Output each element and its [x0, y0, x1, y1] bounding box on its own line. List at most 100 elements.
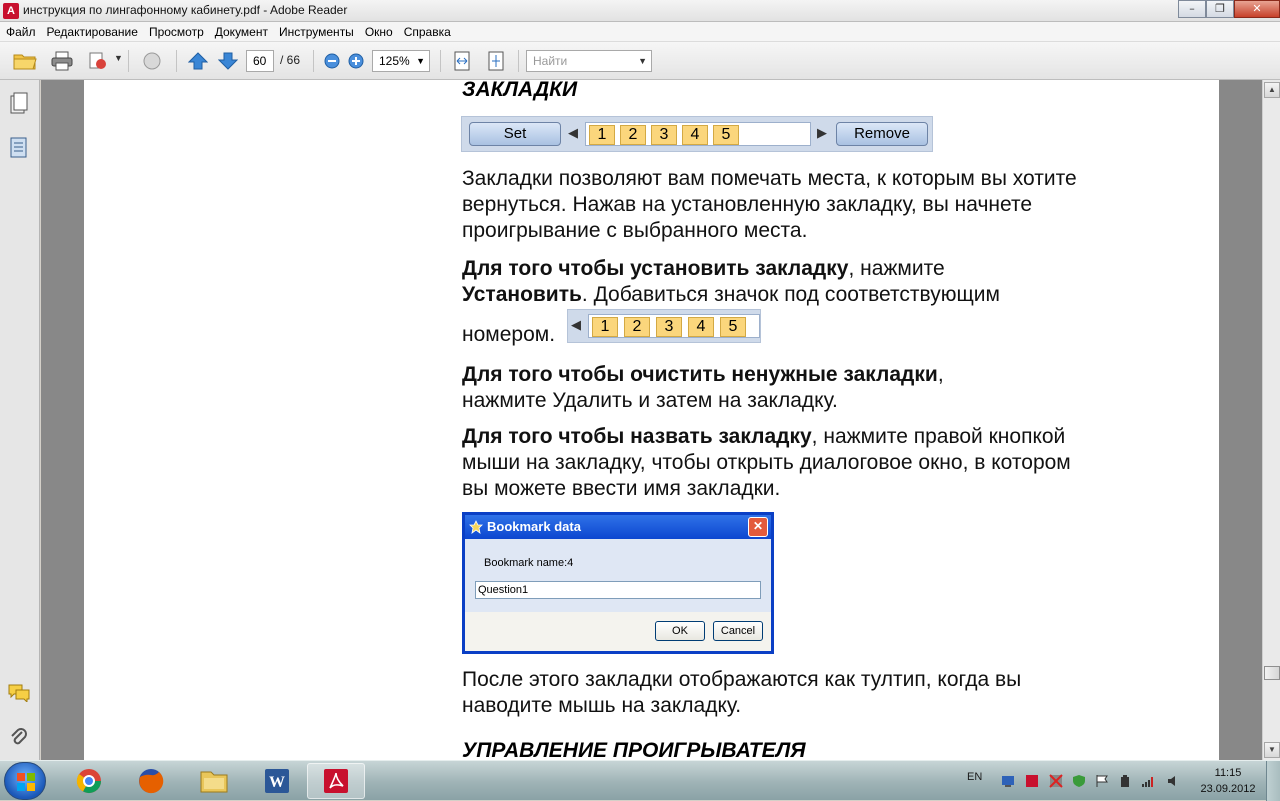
close-button[interactable]: ✕ — [1234, 0, 1280, 18]
page-total: / 66 — [280, 53, 301, 67]
paragraph-clear-bold: Для того чтобы очистить ненужные закладк… — [462, 363, 938, 386]
menu-file[interactable]: Файл — [6, 25, 36, 39]
triangle-right-icon: ▶ — [817, 125, 827, 140]
print-icon[interactable] — [50, 50, 74, 72]
window-controls: – ❐ ✕ — [1178, 0, 1280, 18]
chevron-down-icon: ▼ — [416, 56, 425, 66]
volume-tray-icon[interactable] — [1166, 774, 1180, 788]
scroll-up-button[interactable]: ▲ — [1264, 82, 1280, 98]
network-tray-icon[interactable] — [1001, 774, 1015, 788]
toolbar-separator — [440, 50, 441, 72]
set-button: Set — [469, 122, 561, 146]
window-title: инструкция по лингафонному кабинету.pdf … — [23, 3, 348, 17]
collaborate-icon[interactable] — [140, 50, 164, 72]
menu-help[interactable]: Справка — [404, 25, 451, 39]
menu-window[interactable]: Окно — [365, 25, 393, 39]
share-icon[interactable] — [86, 50, 110, 72]
svg-text:W: W — [269, 774, 285, 791]
zoom-out-icon[interactable] — [320, 50, 344, 72]
menu-document[interactable]: Документ — [215, 25, 268, 39]
taskbar-explorer[interactable] — [185, 763, 243, 799]
vertical-scrollbar[interactable]: ▲ ▼ — [1262, 80, 1280, 760]
menu-edit[interactable]: Редактирование — [47, 25, 138, 39]
menu-bar: Файл Редактирование Просмотр Документ Ин… — [0, 22, 1280, 42]
dialog-label: Bookmark name:4 — [484, 557, 574, 569]
next-page-icon[interactable] — [216, 50, 240, 72]
remove-button: Remove — [836, 122, 928, 146]
language-indicator[interactable]: EN — [967, 771, 982, 783]
chevron-down-icon[interactable]: ▼ — [638, 51, 647, 71]
previous-page-icon[interactable] — [186, 50, 210, 72]
taskbar-adobe-reader[interactable] — [307, 763, 365, 799]
search-placeholder: Найти — [533, 54, 568, 68]
pdf-page: ЗАКЛАДКИ Set ◀ 1 2 3 4 5 ▶ Remove Заклад… — [84, 80, 1219, 760]
search-input[interactable]: Найти ▼ — [526, 50, 652, 72]
open-folder-icon[interactable] — [13, 50, 37, 72]
document-view[interactable]: ЗАКЛАДКИ Set ◀ 1 2 3 4 5 ▶ Remove Заклад… — [41, 80, 1262, 760]
share-dropdown-icon[interactable]: ▼ — [114, 53, 123, 63]
heading-player-control: УПРАВЛЕНИЕ ПРОИГРЫВАТЕЛЯ — [462, 739, 806, 760]
menu-view[interactable]: Просмотр — [149, 25, 204, 39]
show-desktop-button[interactable] — [1266, 761, 1280, 801]
fit-width-icon[interactable] — [450, 50, 474, 72]
zoom-select[interactable]: 125% ▼ — [372, 50, 430, 72]
bookmark-slot: 1 — [592, 317, 618, 337]
paperclip-icon[interactable] — [8, 726, 30, 748]
restore-button[interactable]: ❐ — [1206, 0, 1234, 18]
dialog-body: Bookmark name:4 Question1 — [465, 539, 771, 612]
toolbar-separator — [128, 50, 129, 72]
toolbar-separator — [518, 50, 519, 72]
bookmark-slots: 1 2 3 4 5 — [585, 122, 811, 146]
bookmark-slot: 5 — [713, 125, 739, 145]
paragraph-name: Для того чтобы назвать закладку, нажмите… — [462, 424, 1102, 502]
scroll-thumb[interactable] — [1264, 666, 1280, 680]
pages-panel-icon[interactable] — [8, 92, 30, 114]
signal-tray-icon[interactable] — [1141, 774, 1155, 788]
dialog-close-icon: ✕ — [748, 517, 768, 537]
adobe-reader-icon: A — [3, 3, 19, 19]
dialog-title: Bookmark data — [487, 519, 581, 534]
attachments-panel-icon[interactable] — [8, 136, 30, 158]
bookmark-strip-image: Set ◀ 1 2 3 4 5 ▶ Remove — [461, 116, 933, 152]
bookmark-slots: 1 2 3 4 5 — [588, 314, 760, 338]
paragraph-intro: Закладки позволяют вам помечать места, к… — [462, 167, 1077, 242]
taskbar-chrome[interactable] — [60, 763, 118, 799]
bookmark-dialog-image: Bookmark data ✕ Bookmark name:4 Question… — [462, 512, 774, 654]
minimize-button[interactable]: – — [1178, 0, 1206, 18]
clock-date[interactable]: 23.09.2012 — [1198, 783, 1258, 795]
dialog-name-field: Question1 — [475, 581, 761, 599]
dialog-footer: OK Cancel — [465, 612, 771, 651]
zoom-in-icon[interactable] — [344, 50, 368, 72]
bookmark-slot: 1 — [589, 125, 615, 145]
shield-tray-icon[interactable] — [1072, 774, 1086, 788]
taskbar-word[interactable]: W — [248, 763, 306, 799]
paragraph-clear: Для того чтобы очистить ненужные закладк… — [462, 362, 1102, 414]
paragraph-set-mid: , нажмите — [848, 257, 945, 280]
paragraph-set: Для того чтобы установить закладку, нажм… — [462, 256, 1102, 308]
toolbar-separator — [313, 50, 314, 72]
scroll-down-button[interactable]: ▼ — [1264, 742, 1280, 758]
paragraph-set-rest: . Добавиться значок под соответствующим — [581, 283, 1000, 306]
windows-logo-icon — [17, 773, 35, 791]
flag-tray-icon[interactable] — [1095, 774, 1109, 788]
paragraph-name-bold: Для того чтобы назвать закладку — [462, 425, 812, 448]
disabled-tray-icon[interactable] — [1049, 774, 1063, 788]
start-button[interactable] — [4, 762, 46, 800]
paragraph-set-bold2: Установить — [462, 283, 582, 306]
comments-icon[interactable] — [8, 682, 30, 704]
taskbar-firefox[interactable] — [122, 763, 180, 799]
power-tray-icon[interactable] — [1118, 774, 1132, 788]
paragraph-clear-line2: нажмите Удалить и затем на закладку. — [462, 389, 838, 412]
fit-page-icon[interactable] — [484, 50, 508, 72]
dialog-ok-button: OK — [655, 621, 705, 641]
menu-tools[interactable]: Инструменты — [279, 25, 354, 39]
heading-bookmarks: ЗАКЛАДКИ — [462, 80, 578, 101]
page-number-input[interactable]: 60 — [246, 50, 274, 72]
triangle-left-icon: ◀ — [571, 317, 581, 332]
acrobat-icon — [324, 769, 348, 793]
taskbar: W EN 11:15 23.09.2012 — [0, 760, 1280, 801]
paragraph-set-bold: Для того чтобы установить закладку — [462, 257, 849, 280]
clock-time[interactable]: 11:15 — [1198, 767, 1258, 779]
adobe-tray-icon[interactable] — [1025, 774, 1039, 788]
zoom-value: 125% — [379, 54, 410, 68]
